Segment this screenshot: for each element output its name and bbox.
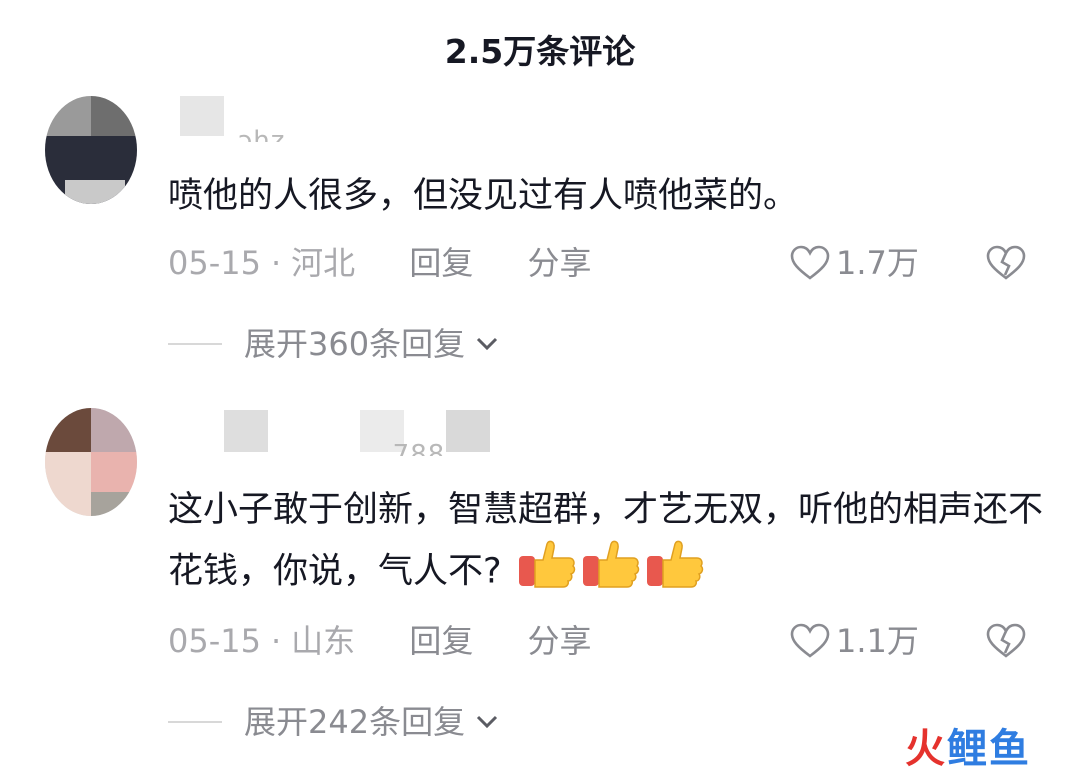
heart-icon	[790, 623, 830, 658]
comment-meta: 05-15 · 山东 回复 分享	[168, 619, 592, 663]
thumbs-up-icon	[645, 538, 705, 607]
broken-heart-icon	[986, 623, 1026, 658]
divider-line	[168, 343, 222, 345]
like-button[interactable]: 1.1万	[790, 619, 919, 663]
expand-replies-label: 展开242条回复	[244, 703, 466, 741]
comment-meta: 05-15 · 河北 回复 分享	[168, 241, 592, 285]
thumbs-up-icon	[517, 538, 577, 607]
divider-line	[168, 721, 222, 723]
avatar[interactable]	[45, 408, 137, 516]
share-button[interactable]: 分享	[528, 619, 592, 663]
username-partial: ɔhz	[238, 126, 286, 142]
expand-replies-button[interactable]: 展开242条回复	[168, 700, 499, 744]
like-count: 1.7万	[836, 244, 919, 282]
comment-date: 05-15	[168, 622, 261, 660]
comment-text: 喷他的人很多，但没见过有人喷他菜的。	[168, 176, 799, 216]
reply-button[interactable]: 回复	[409, 241, 473, 285]
username-partial: ..... .. .788	[300, 440, 446, 456]
comments-count-title: 2.5万条评论	[444, 32, 636, 71]
broken-heart-icon	[986, 245, 1026, 280]
comment-text: 这小子敢于创新，智慧超群，才艺无双，听他的相声还不花钱，你说，气人不?	[168, 482, 1048, 607]
comment-location: 河北	[291, 244, 356, 282]
thumbs-up-icon	[581, 538, 641, 607]
like-count: 1.1万	[836, 622, 919, 660]
expand-replies-label: 展开360条回复	[244, 325, 466, 363]
expand-replies-button[interactable]: 展开360条回复	[168, 322, 499, 366]
share-button[interactable]: 分享	[528, 241, 592, 285]
chevron-down-icon	[477, 715, 498, 729]
comment-location: 山东	[291, 622, 356, 660]
reply-button[interactable]: 回复	[409, 619, 473, 663]
dislike-button[interactable]	[986, 623, 1026, 663]
heart-icon	[790, 245, 830, 280]
avatar[interactable]	[45, 96, 137, 204]
watermark-logo: 火鲤鱼	[905, 726, 1031, 772]
chevron-down-icon	[477, 337, 498, 351]
dislike-button[interactable]	[986, 245, 1026, 285]
comment-date: 05-15	[168, 244, 261, 282]
like-button[interactable]: 1.7万	[790, 241, 919, 285]
